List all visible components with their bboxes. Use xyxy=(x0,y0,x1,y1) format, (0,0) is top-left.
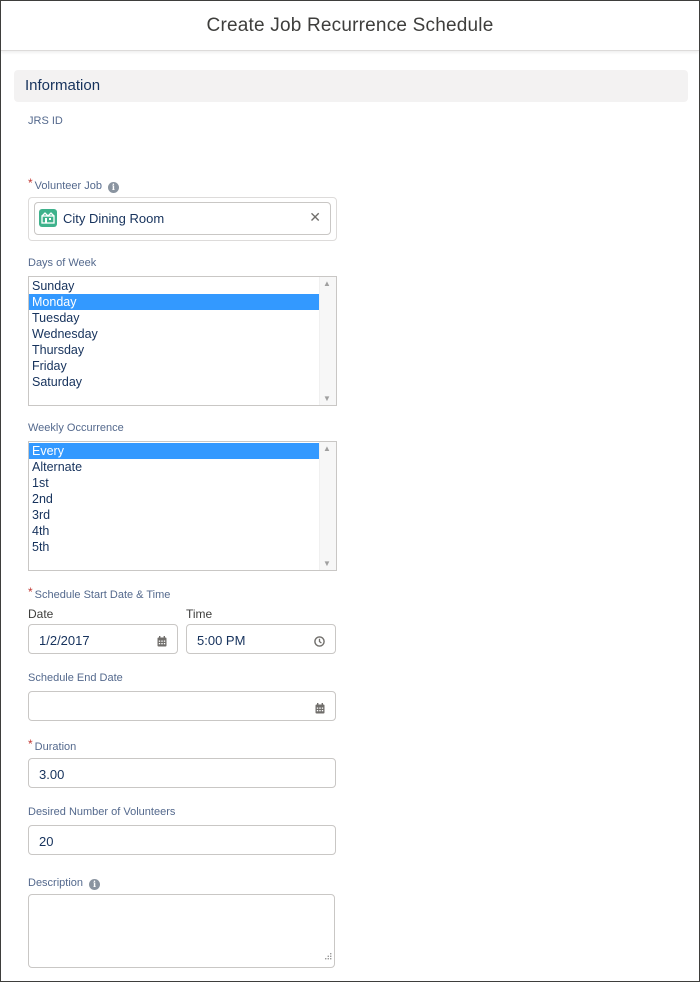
clock-icon[interactable] xyxy=(314,634,325,652)
weekly-occurrence-option[interactable]: Every xyxy=(29,443,319,459)
days-of-week-label-text: Days of Week xyxy=(28,257,97,269)
volunteer-job-label-text: Volunteer Job xyxy=(34,180,102,192)
scroll-down-icon[interactable]: ▼ xyxy=(323,394,331,403)
weekly-occurrence-listbox[interactable]: Every Alternate 1st 2nd 3rd 4th 5th ▲ ▼ xyxy=(28,441,337,571)
weekly-occurrence-option[interactable]: 2nd xyxy=(29,491,319,507)
desired-volunteers-input[interactable]: 20 xyxy=(28,825,336,855)
info-icon[interactable]: i xyxy=(107,182,119,193)
days-of-week-options: Sunday Monday Tuesday Wednesday Thursday Frid… xyxy=(29,277,336,390)
weekly-occurrence-option[interactable]: 3rd xyxy=(29,507,319,523)
schedule-start-label-text: Schedule Start Date & Time xyxy=(34,589,171,601)
days-of-week-option[interactable]: Monday xyxy=(29,294,319,310)
end-date-input[interactable] xyxy=(28,691,336,721)
volunteer-job-value: City Dining Room xyxy=(63,211,165,226)
scroll-up-icon[interactable]: ▲ xyxy=(323,279,331,288)
description-label: Description i xyxy=(28,877,101,890)
modal-title: Create Job Recurrence Schedule xyxy=(206,14,494,36)
desired-volunteers-label-text: Desired Number of Volunteers xyxy=(28,806,176,818)
jrs-id-label: JRS ID xyxy=(28,115,63,127)
volunteer-job-pill[interactable]: City Dining Room ✕ xyxy=(34,202,331,235)
required-marker: * xyxy=(28,176,33,190)
weekly-occurrence-label-text: Weekly Occurrence xyxy=(28,422,124,434)
modal-header: Create Job Recurrence Schedule xyxy=(1,1,699,51)
jrs-id-label-text: JRS ID xyxy=(28,115,63,127)
weekly-occurrence-label: Weekly Occurrence xyxy=(28,422,124,434)
days-of-week-option[interactable]: Friday xyxy=(29,358,319,374)
days-of-week-listbox[interactable]: Sunday Monday Tuesday Wednesday Thursday Frid… xyxy=(28,276,337,406)
info-icon[interactable]: i xyxy=(89,879,101,890)
required-marker: * xyxy=(28,737,33,751)
days-of-week-option[interactable]: Sunday xyxy=(29,278,319,294)
resize-handle-icon[interactable] xyxy=(325,947,332,965)
weekly-occurrence-option[interactable]: 5th xyxy=(29,539,319,555)
date-label: Date xyxy=(28,607,54,621)
scrollbar[interactable]: ▲ ▼ xyxy=(319,277,336,405)
weekly-occurrence-option[interactable]: 1st xyxy=(29,475,319,491)
schedule-end-label-text: Schedule End Date xyxy=(28,672,123,684)
weekly-occurrence-option[interactable]: Alternate xyxy=(29,459,319,475)
duration-label-text: Duration xyxy=(34,741,77,753)
required-marker: * xyxy=(28,585,33,599)
start-date-value: 1/2/2017 xyxy=(39,633,90,648)
days-of-week-option[interactable]: Thursday xyxy=(29,342,319,358)
weekly-occurrence-options: Every Alternate 1st 2nd 3rd 4th 5th xyxy=(29,442,336,555)
desired-volunteers-value: 20 xyxy=(39,834,54,849)
calendar-icon[interactable] xyxy=(157,634,167,652)
weekly-occurrence-option[interactable]: 4th xyxy=(29,523,319,539)
days-of-week-option[interactable]: Wednesday xyxy=(29,326,319,342)
start-time-value: 5:00 PM xyxy=(197,633,246,648)
volunteer-job-label: * Volunteer Job i xyxy=(28,176,119,193)
schedule-end-label: Schedule End Date xyxy=(28,672,123,684)
close-icon[interactable]: ✕ xyxy=(309,209,321,226)
section-title: Information xyxy=(25,77,101,94)
volunteer-job-lookup[interactable]: City Dining Room ✕ xyxy=(28,197,337,241)
days-of-week-option[interactable]: Tuesday xyxy=(29,310,319,326)
calendar-icon[interactable] xyxy=(315,701,325,719)
volunteer-job-icon xyxy=(39,209,57,227)
days-of-week-option[interactable]: Saturday xyxy=(29,374,319,390)
duration-label: * Duration xyxy=(28,737,77,753)
start-date-input[interactable]: 1/2/2017 xyxy=(28,624,178,654)
time-label: Time xyxy=(186,607,213,621)
days-of-week-label: Days of Week xyxy=(28,257,96,269)
scroll-up-icon[interactable]: ▲ xyxy=(323,444,331,453)
start-time-input[interactable]: 5:00 PM xyxy=(186,624,336,654)
section-header[interactable]: Information xyxy=(14,70,688,102)
scroll-down-icon[interactable]: ▼ xyxy=(323,559,331,568)
duration-input[interactable]: 3.00 xyxy=(28,758,336,788)
scrollbar[interactable]: ▲ ▼ xyxy=(319,442,336,570)
description-textarea[interactable] xyxy=(28,894,335,968)
description-label-text: Description xyxy=(28,877,84,889)
duration-value: 3.00 xyxy=(39,767,65,782)
desired-volunteers-label: Desired Number of Volunteers xyxy=(28,806,175,818)
modal: Create Job Recurrence Schedule Informati… xyxy=(0,0,700,982)
schedule-start-label: * Schedule Start Date & Time xyxy=(28,585,171,601)
